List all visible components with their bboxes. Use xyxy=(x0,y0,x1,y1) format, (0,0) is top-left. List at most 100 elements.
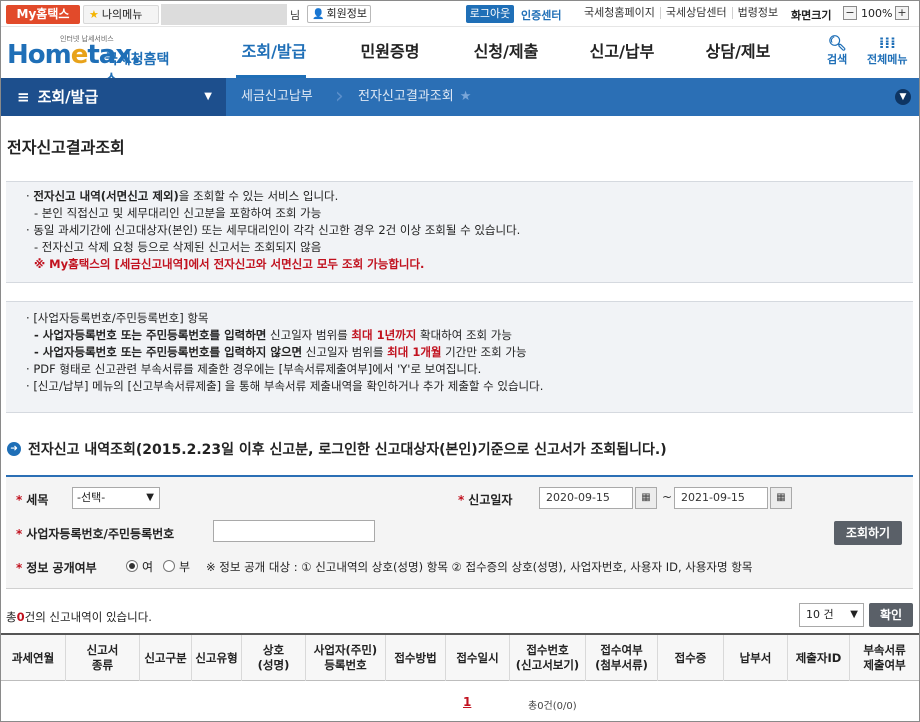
table-header-cell: 접수증 xyxy=(657,635,723,681)
info-text: 을 조회할 수 있는 서비스 입니다. xyxy=(178,189,339,203)
table-header-cell: 접수여부 (첨부서류) xyxy=(585,635,657,681)
location-home-menu[interactable]: ≡ 조회/발급 ▼ xyxy=(1,78,226,116)
calendar-icon[interactable]: ▦ xyxy=(770,487,792,509)
disclose-note: ※ 정보 공개 대상 : ① 신고내역의 상호(성명) 항목 ② 접수증의 상호… xyxy=(206,560,753,574)
my-menu-label: 나의메뉴 xyxy=(101,8,143,21)
search-tool[interactable]: 🔍︎ 검색 xyxy=(827,35,847,67)
result-count-prefix: 총 xyxy=(6,610,17,624)
table-header-cell: 접수번호 (신고서보기) xyxy=(509,635,585,681)
breadcrumb-tax-report[interactable]: 세금신고납부 xyxy=(241,78,313,116)
main-nav: 조회/발급 민원증명 신청/제출 신고/납부 상담/제보 xyxy=(216,27,796,78)
info-text: PDF 형태로 신고관련 부속서류를 제출한 경우에는 [부속서류제출여부]에서… xyxy=(33,362,482,376)
table-header-cell: 부속서류 제출여부 xyxy=(849,635,919,681)
regno-label-text: 사업자등록번호/주민등록번호 xyxy=(26,527,175,541)
my-menu-button[interactable]: ★ 나의메뉴 xyxy=(83,5,159,24)
logout-button[interactable]: 로그아웃 xyxy=(466,5,514,23)
breadcrumb-current: 전자신고결과조회 ★ xyxy=(358,78,471,116)
tax-type-select[interactable]: -선택- ▼ xyxy=(72,487,160,509)
disclose-yes-radio[interactable] xyxy=(126,560,138,572)
location-home-label: 조회/발급 xyxy=(37,88,99,106)
zoom-in-button[interactable]: + xyxy=(895,6,909,20)
nav-inquiry-issue[interactable]: 조회/발급 xyxy=(216,27,332,78)
logo-brand-part: Hom xyxy=(7,40,72,70)
tax-counsel-link[interactable]: 국세상담센터 xyxy=(659,7,732,19)
zoom-label: 화면크기 xyxy=(791,9,832,22)
info-box-regno: · [사업자등록번호/주민등록번호] 항목 - 사업자등록번호 또는 주민등록번… xyxy=(6,301,913,413)
info-red-text: 최대 1개월 xyxy=(387,345,442,359)
page-size-value: 10 건 xyxy=(806,608,834,621)
grid-icon: ⁞⁞⁞ xyxy=(878,34,896,52)
info-text: 신고일자 범위를 xyxy=(302,345,388,359)
confirm-button[interactable]: 확인 xyxy=(869,603,913,627)
pager-page-1[interactable]: 1 xyxy=(463,695,471,709)
regno-input[interactable] xyxy=(213,520,375,542)
page-size-select[interactable]: 10 건 ▼ xyxy=(799,603,864,627)
hometax-logo[interactable]: 인터넷 납세서비스 Hometax. 국세청홈택스 xyxy=(7,33,182,88)
location-bar: ≡ 조회/발급 ▼ 세금신고납부 › 전자신고결과조회 ★ ▼ xyxy=(1,78,919,116)
report-date-label-text: 신고일자 xyxy=(468,493,513,507)
info-text: 기간만 조회 가능 xyxy=(441,345,527,359)
section-title: ➜ 전자신고 내역조회(2015.2.23일 이후 신고분, 로그인한 신고대상… xyxy=(7,439,667,459)
info-red-text: 최대 1년까지 xyxy=(351,328,417,342)
date-from-input[interactable]: 2020-09-15 xyxy=(539,487,633,509)
result-count: 총0건의 신고내역이 있습니다. xyxy=(6,609,152,625)
date-range-tilde: ~ xyxy=(662,490,673,504)
table-header-cell: 접수일시 xyxy=(445,635,509,681)
table-header-cell: 상호 (성명) xyxy=(241,635,305,681)
tax-type-value: -선택- xyxy=(77,491,106,504)
table-header-cell: 접수방법 xyxy=(385,635,445,681)
user-name-redacted xyxy=(161,4,287,25)
search-label: 검색 xyxy=(827,53,848,66)
date-to-input[interactable]: 2021-09-15 xyxy=(674,487,768,509)
member-info-label: 회원정보 xyxy=(326,7,367,20)
info-line: · PDF 형태로 신고관련 부속서류를 제출한 경우에는 [부속서류제출여부]… xyxy=(26,362,482,376)
info-line: · [사업자등록번호/주민등록번호] 항목 xyxy=(26,311,209,325)
search-button[interactable]: 조회하기 xyxy=(834,521,902,545)
utility-bar: My홈택스 ★ 나의메뉴 님 👤 회원정보 로그아웃 인증센터 국세청홈페이지 국세… xyxy=(1,1,919,27)
logo-brand-e: e xyxy=(70,40,89,70)
cert-center-link[interactable]: 인증센터 xyxy=(521,7,561,23)
nts-homepage-link[interactable]: 국세청홈페이지 xyxy=(579,7,660,19)
regno-label: * 사업자등록번호/주민등록번호 xyxy=(16,527,175,541)
nav-apply-submit[interactable]: 신청/제출 xyxy=(448,27,564,78)
table-header-cell: 신고유형 xyxy=(191,635,241,681)
result-count-suffix: 건의 신고내역이 있습니다. xyxy=(24,610,152,624)
tax-type-label-text: 세목 xyxy=(26,493,49,507)
hamburger-icon: ≡ xyxy=(17,88,30,106)
calendar-icon[interactable]: ▦ xyxy=(635,487,657,509)
nav-counsel-report[interactable]: 상담/제보 xyxy=(680,27,796,78)
arrow-right-icon: ➜ xyxy=(7,442,21,456)
nav-civil-cert[interactable]: 민원증명 xyxy=(332,27,448,78)
chevron-down-icon[interactable]: ▼ xyxy=(895,89,911,105)
disclose-label-text: 정보 공개여부 xyxy=(26,561,97,575)
pager-total: 총0건(0/0) xyxy=(528,701,577,712)
breadcrumb-current-label: 전자신고결과조회 xyxy=(358,89,454,104)
favorite-star-icon[interactable]: ★ xyxy=(460,89,472,104)
disclose-no-label: 부 xyxy=(179,560,191,574)
all-menu-tool[interactable]: ⁞⁞⁞ 전체메뉴 xyxy=(867,35,907,67)
page-title: 전자신고결과조회 xyxy=(7,138,125,157)
table-header-cell: 제출자ID xyxy=(787,635,849,681)
info-alert-line: ※ My홈택스의 [세금신고내역]에서 전자신고와 서면신고 모두 조회 가능합… xyxy=(34,257,425,271)
member-info-button[interactable]: 👤 회원정보 xyxy=(307,5,371,23)
result-count-number: 0 xyxy=(16,610,25,624)
info-line: · [신고/납부] 메뉴의 [신고부속서류제출] 을 통해 부속서류 제출내역을… xyxy=(26,379,544,393)
chevron-down-icon: ▼ xyxy=(850,609,858,620)
myhometax-button[interactable]: My홈택스 xyxy=(6,5,80,24)
tax-type-label: * 세목 xyxy=(16,493,49,507)
app-window: My홈택스 ★ 나의메뉴 님 👤 회원정보 로그아웃 인증센터 국세청홈페이지 국세… xyxy=(0,0,920,722)
nav-report-pay[interactable]: 신고/납부 xyxy=(564,27,680,78)
breadcrumb-separator-icon: › xyxy=(335,84,344,109)
info-text: 동일 과세기간에 신고대상자(본인) 또는 세무대리인이 각각 신고한 경우 2… xyxy=(33,223,521,237)
table-header-cell: 신고구분 xyxy=(139,635,191,681)
law-info-link[interactable]: 법령정보 xyxy=(731,7,783,19)
disclose-label: * 정보 공개여부 xyxy=(16,561,97,575)
disclose-no-radio[interactable] xyxy=(163,560,175,572)
info-text: [신고/납부] 메뉴의 [신고부속서류제출] 을 통해 부속서류 제출내역을 확… xyxy=(33,379,544,393)
table-header-cell: 납부서 xyxy=(723,635,787,681)
zoom-out-button[interactable]: − xyxy=(843,6,857,20)
all-menu-label: 전체메뉴 xyxy=(867,53,908,66)
info-bold-text: 전자신고 내역(서면신고 제외) xyxy=(33,189,179,203)
report-date-label: * 신고일자 xyxy=(458,493,513,507)
info-text: 신고일자 범위를 xyxy=(266,328,352,342)
